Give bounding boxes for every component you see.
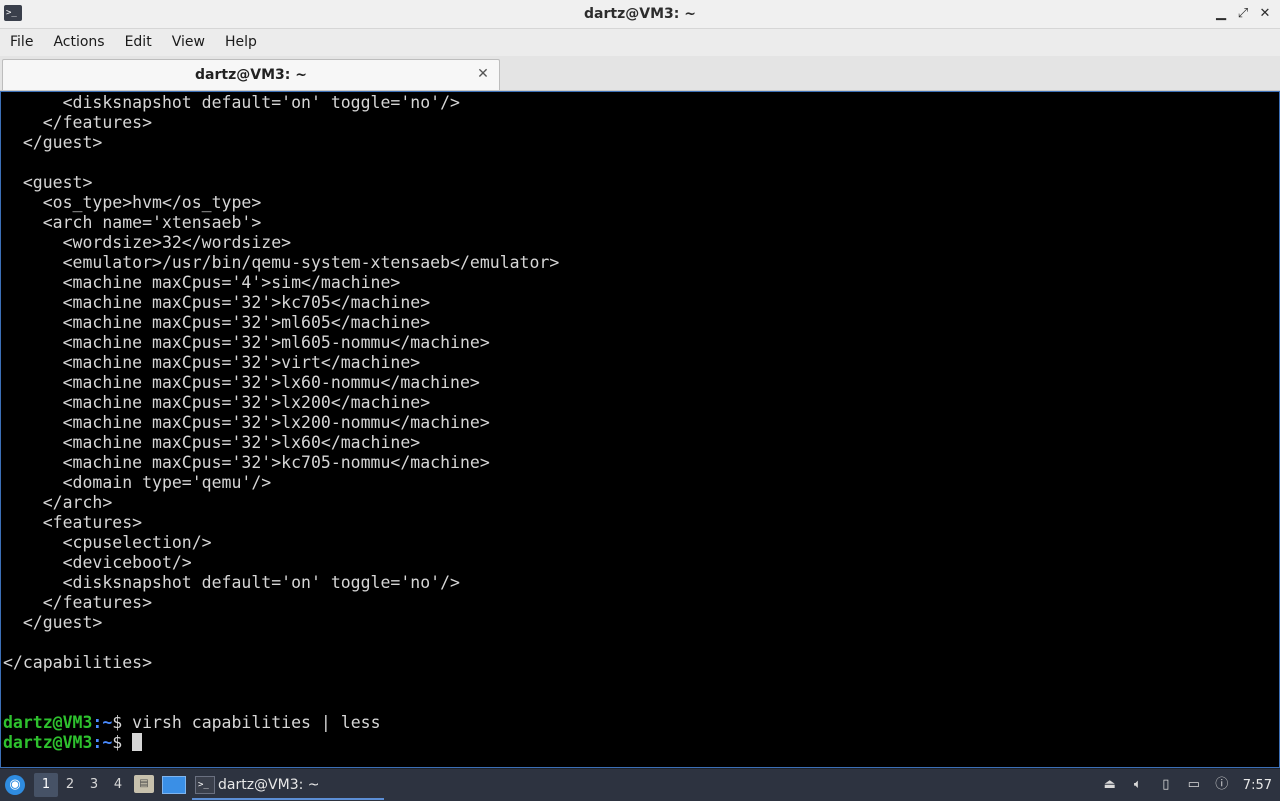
prompt-symbol: $ — [112, 733, 123, 752]
terminal-line: <machine maxCpus='32'>kc705-nommu</machi… — [3, 453, 490, 472]
terminal-line: <domain type='qemu'/> — [3, 473, 272, 492]
tab-label: dartz@VM3: ~ — [195, 67, 307, 83]
terminal-line: <guest> — [3, 173, 93, 192]
window-title: dartz@VM3: ~ — [584, 6, 696, 22]
menu-file[interactable]: File — [0, 29, 43, 55]
menu-actions[interactable]: Actions — [43, 29, 114, 55]
prompt-line: dartz@VM3:~$ — [3, 733, 559, 753]
workspace-1[interactable]: 1 — [34, 773, 58, 797]
terminal-line: </arch> — [3, 493, 113, 512]
maximize-button[interactable]: ⤢ — [1234, 4, 1252, 24]
prompt-symbol: $ — [112, 713, 123, 732]
terminal-line: <machine maxCpus='32'>ml605</machine> — [3, 313, 431, 332]
tab-bar: dartz@VM3: ~ ✕ — [0, 56, 1280, 91]
prompt-line: dartz@VM3:~$ virsh capabilities | less — [3, 713, 559, 733]
show-desktop-icon[interactable] — [162, 776, 186, 794]
terminal-line: </features> — [3, 593, 153, 612]
title-bar[interactable]: >_ dartz@VM3: ~ ▁ ⤢ ✕ — [0, 0, 1280, 29]
command-text — [122, 733, 132, 752]
prompt-path: :~ — [92, 733, 113, 752]
terminal-line: <machine maxCpus='4'>sim</machine> — [3, 273, 401, 292]
terminal-window: >_ dartz@VM3: ~ ▁ ⤢ ✕ File Actions Edit … — [0, 0, 1280, 768]
terminal-app-icon: >_ — [195, 776, 215, 794]
terminal-line: </guest> — [3, 133, 103, 152]
workspace-2[interactable]: 2 — [58, 773, 82, 797]
terminal-cursor — [132, 733, 143, 751]
start-menu-icon[interactable]: ◉ — [5, 775, 25, 795]
terminal-line: </capabilities> — [3, 653, 153, 672]
terminal-line: <machine maxCpus='32'>kc705</machine> — [3, 293, 431, 312]
command-text: virsh capabilities | less — [122, 713, 381, 732]
clock[interactable]: 7:57 — [1241, 778, 1272, 793]
terminal-line: <machine maxCpus='32'>lx200-nommu</machi… — [3, 413, 490, 432]
prompt-path: :~ — [92, 713, 113, 732]
eject-icon[interactable]: ⏏ — [1101, 776, 1119, 794]
terminal-line: <machine maxCpus='32'>lx200</machine> — [3, 393, 431, 412]
terminal-line: <deviceboot/> — [3, 553, 192, 572]
volume-icon[interactable]: 🔈︎ — [1129, 776, 1147, 794]
taskbar-item-terminal[interactable]: >_ dartz@VM3: ~ — [192, 772, 384, 800]
terminal-line: </guest> — [3, 613, 103, 632]
workspace-3[interactable]: 3 — [82, 773, 106, 797]
terminal-line: <disksnapshot default='on' toggle='no'/> — [3, 573, 460, 592]
terminal-line: <machine maxCpus='32'>lx60</machine> — [3, 433, 421, 452]
workspace-4[interactable]: 4 — [106, 773, 130, 797]
terminal-line: <os_type>hvm</os_type> — [3, 193, 262, 212]
terminal-line: <machine maxCpus='32'>virt</machine> — [3, 353, 421, 372]
window-controls: ▁ ⤢ ✕ — [1212, 4, 1274, 24]
terminal-line: <disksnapshot default='on' toggle='no'/> — [3, 93, 460, 112]
menu-edit[interactable]: Edit — [115, 29, 162, 55]
notification-icon[interactable]: ⓘ — [1213, 776, 1231, 794]
terminal-output: <disksnapshot default='on' toggle='no'/>… — [3, 93, 559, 753]
terminal-line: <cpuselection/> — [3, 533, 212, 552]
close-button[interactable]: ✕ — [1256, 4, 1274, 24]
terminal-line: <emulator>/usr/bin/qemu-system-xtensaeb<… — [3, 253, 560, 272]
workspace-switcher: 1 2 3 4 — [34, 773, 130, 797]
menu-bar: File Actions Edit View Help — [0, 29, 1280, 55]
menu-help[interactable]: Help — [215, 29, 267, 55]
prompt-user: dartz@VM3 — [3, 713, 93, 732]
tab-close-icon[interactable]: ✕ — [475, 66, 491, 82]
menu-view[interactable]: View — [162, 29, 215, 55]
terminal-line: <features> — [3, 513, 143, 532]
terminal-view[interactable]: <disksnapshot default='on' toggle='no'/>… — [0, 91, 1280, 768]
minimize-button[interactable]: ▁ — [1212, 4, 1230, 24]
clipboard-icon[interactable]: ▯ — [1157, 776, 1175, 794]
terminal-line: <machine maxCpus='32'>lx60-nommu</machin… — [3, 373, 480, 392]
prompt-user: dartz@VM3 — [3, 733, 93, 752]
terminal-line: <wordsize>32</wordsize> — [3, 233, 292, 252]
terminal-line: </features> — [3, 113, 153, 132]
terminal-line: <machine maxCpus='32'>ml605-nommu</machi… — [3, 333, 490, 352]
file-manager-icon[interactable]: ▤ — [134, 775, 154, 793]
system-tray: ⏏ 🔈︎ ▯ ▭ ⓘ 7:57 — [1101, 773, 1272, 797]
terminal-line: <arch name='xtensaeb'> — [3, 213, 262, 232]
taskbar-item-label: dartz@VM3: ~ — [218, 777, 320, 793]
network-icon[interactable]: ▭ — [1185, 776, 1203, 794]
tab-terminal[interactable]: dartz@VM3: ~ ✕ — [2, 59, 500, 90]
taskbar: ◉ 1 2 3 4 ▤ >_ dartz@VM3: ~ ⏏ 🔈︎ ▯ ▭ ⓘ 7… — [0, 768, 1280, 801]
